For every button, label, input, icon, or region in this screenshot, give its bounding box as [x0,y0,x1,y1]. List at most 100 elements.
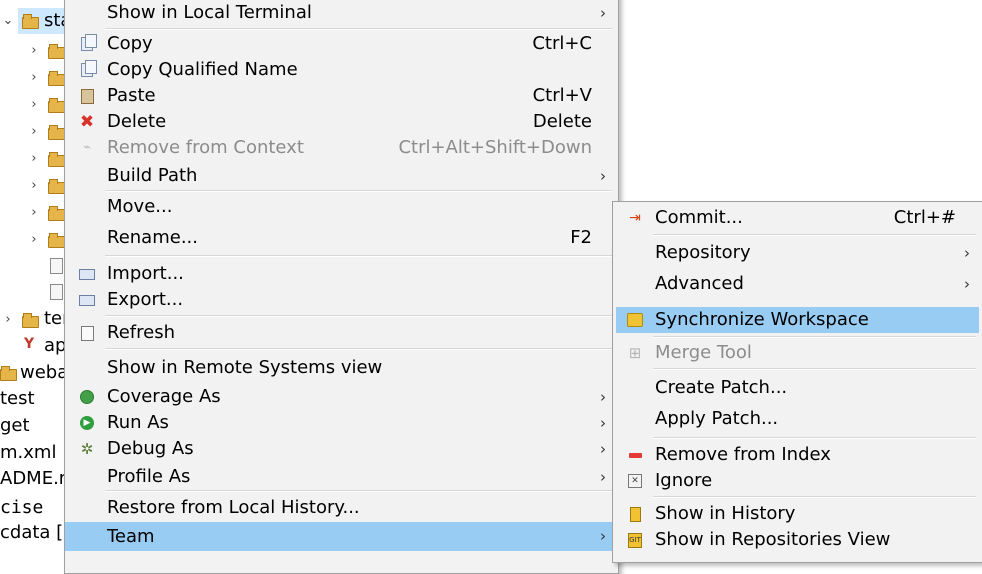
menu-item-commit[interactable]: ⇥ Commit... Ctrl+# [613,205,982,231]
menu-item-restore-from-local-history[interactable]: Restore from Local History... [65,495,618,521]
menu-separator [653,368,976,370]
menu-item-show-in-remote-systems-view[interactable]: Show in Remote Systems view [65,355,618,381]
menu-item-shortcut: Ctrl+C [532,33,592,54]
menu-separator [105,490,612,492]
menu-item-team[interactable]: Team › [65,522,618,551]
menu-item-label: Team [107,526,155,547]
menu-item-profile-as[interactable]: Profile As › [65,464,618,490]
menu-item-label: Advanced [655,273,744,294]
menu-item-delete[interactable]: ✖ Delete Delete [65,109,618,135]
copy-qualified-name-icon [79,60,97,78]
menu-item-synchronize-workspace[interactable]: Synchronize Workspace [616,307,979,333]
tree-item[interactable]: cise [0,495,43,521]
submenu-arrow-icon: › [964,275,970,293]
menu-item-rename[interactable]: Rename... F2 [65,225,618,251]
menu-item-apply-patch[interactable]: Apply Patch... [613,406,982,432]
menu-item-label: Ignore [655,470,713,491]
coverage-icon [79,389,95,405]
menu-item-create-patch[interactable]: Create Patch... [613,375,982,401]
tree-item[interactable]: cdata [c [0,520,73,546]
menu-item-debug-as[interactable]: ✲ Debug As › [65,436,618,462]
menu-separator [653,496,976,498]
context-menu: Show in Local Terminal › Copy Ctrl+C Cop… [64,0,619,574]
menu-item-shortcut: Delete [532,111,592,132]
menu-item-label: Export... [107,289,184,310]
chevron-right-icon[interactable]: › [28,43,40,58]
menu-item-label: Show in Repositories View [655,529,891,550]
menu-item-label: Copy [107,33,153,54]
menu-item-build-path[interactable]: Build Path › [65,163,618,189]
menu-item-label: Commit... [655,207,743,228]
history-icon [627,506,643,522]
menu-separator [653,437,976,439]
menu-item-move[interactable]: Move... [65,194,618,220]
submenu-arrow-icon: › [600,527,606,545]
folder-icon [48,206,65,221]
menu-item-label: Copy Qualified Name [107,59,298,80]
menu-item-shortcut: Ctrl+V [532,85,592,106]
menu-item-show-in-local-terminal[interactable]: Show in Local Terminal › [65,0,618,26]
repositories-icon: GIT [627,532,643,548]
tree-item[interactable]: m.xml [0,440,56,466]
refresh-icon [79,325,95,341]
menu-item-repository[interactable]: Repository › [613,240,982,266]
menu-item-import[interactable]: Import... [65,261,618,287]
import-icon [79,266,95,282]
ignore-icon: ✕ [627,473,643,489]
menu-item-label: Merge Tool [655,342,752,363]
folder-icon [0,366,17,381]
menu-item-label: Import... [107,263,184,284]
menu-item-merge-tool: ⊞ Merge Tool [613,340,982,366]
folder-icon [48,71,65,86]
team-submenu: ⇥ Commit... Ctrl+# Repository › Advanced… [612,201,982,563]
menu-item-ignore[interactable]: ✕ Ignore [613,468,982,494]
yaml-file-icon: Y [24,336,35,352]
menu-item-refresh[interactable]: Refresh [65,320,618,346]
menu-item-export[interactable]: Export... [65,287,618,313]
menu-item-label: Paste [107,85,156,106]
submenu-arrow-icon: › [600,4,606,22]
menu-item-label: Build Path [107,165,198,186]
tree-item[interactable]: get [0,413,30,439]
chevron-right-icon[interactable]: › [28,124,40,139]
copy-icon [79,34,97,52]
menu-item-coverage-as[interactable]: Coverage As › [65,384,618,410]
menu-item-run-as[interactable]: ▶ Run As › [65,410,618,436]
menu-item-shortcut: F2 [570,227,592,248]
delete-icon: ✖ [79,112,95,132]
menu-item-paste[interactable]: Paste Ctrl+V [65,83,618,109]
menu-item-label: Coverage As [107,386,221,407]
remove-from-context-icon: ⌁ [83,140,91,155]
chevron-right-icon[interactable]: › [28,151,40,166]
folder-icon [48,125,65,140]
folder-icon [48,44,65,59]
menu-item-remove-from-index[interactable]: Remove from Index [613,442,982,468]
menu-item-show-in-repositories-view[interactable]: GIT Show in Repositories View [613,527,982,553]
chevron-right-icon[interactable]: › [28,232,40,247]
menu-separator [653,336,976,338]
menu-item-label: Profile As [107,466,191,487]
chevron-right-icon[interactable]: › [28,178,40,193]
menu-item-copy-qualified-name[interactable]: Copy Qualified Name [65,57,618,83]
folder-icon [48,98,65,113]
tree-item[interactable]: test [0,386,35,412]
chevron-right-icon[interactable]: › [28,97,40,112]
menu-item-show-in-history[interactable]: Show in History [613,501,982,527]
menu-item-label: Restore from Local History... [107,497,360,518]
chevron-right-icon[interactable]: › [28,70,40,85]
menu-item-label: Show in Remote Systems view [107,357,383,378]
chevron-right-icon[interactable]: › [28,205,40,220]
menu-separator [105,315,612,317]
menu-item-advanced[interactable]: Advanced › [613,271,982,297]
merge-tool-icon: ⊞ [628,344,642,362]
submenu-arrow-icon: › [600,388,606,406]
menu-item-label: Delete [107,111,167,132]
chevron-right-icon[interactable]: › [2,312,14,327]
tree-item[interactable]: weba [20,360,68,386]
menu-item-copy[interactable]: Copy Ctrl+C [65,31,618,57]
folder-icon [48,152,65,167]
chevron-down-icon[interactable]: ⌄ [2,13,14,28]
menu-separator [105,190,612,192]
menu-item-label: Move... [107,196,173,217]
menu-item-label: Remove from Index [655,444,831,465]
